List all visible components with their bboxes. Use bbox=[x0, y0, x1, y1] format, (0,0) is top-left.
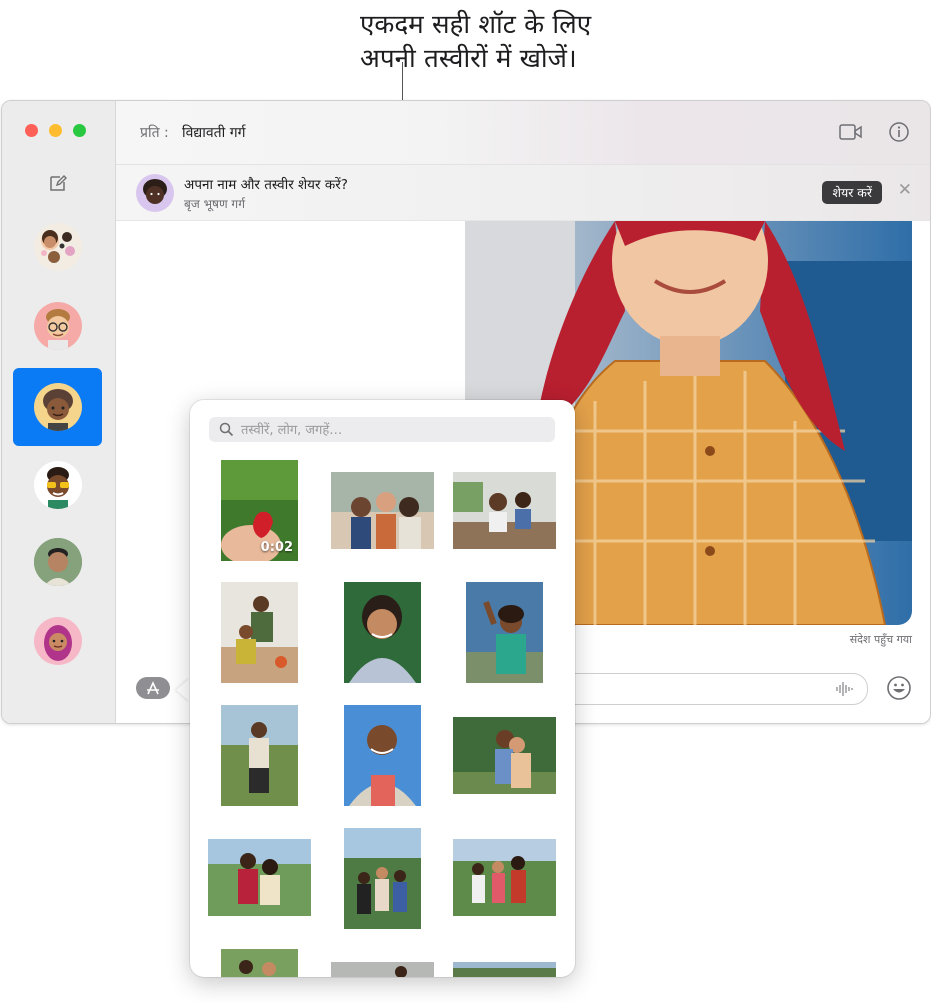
photo-thumbnail[interactable] bbox=[466, 582, 543, 683]
photo-thumbnail[interactable] bbox=[453, 962, 556, 977]
memoji-avatar-hijab bbox=[33, 617, 82, 665]
photo-thumbnail[interactable] bbox=[331, 962, 434, 977]
apps-button[interactable] bbox=[136, 677, 170, 699]
conversation-selected[interactable] bbox=[13, 368, 102, 446]
popover-arrow bbox=[176, 678, 190, 702]
app-store-icon bbox=[147, 681, 159, 695]
conversation-group[interactable] bbox=[13, 208, 102, 286]
photo-thumbnail[interactable] bbox=[221, 949, 298, 977]
conversation-2[interactable] bbox=[13, 287, 102, 365]
minimize-window-button[interactable] bbox=[49, 124, 62, 137]
audio-waveform-icon[interactable] bbox=[835, 681, 853, 697]
delivered-status: संदेश पहुँच गया bbox=[849, 633, 912, 646]
video-call-icon[interactable] bbox=[838, 121, 864, 143]
callout-line-1: एकदम सही शॉट के लिए bbox=[360, 10, 592, 40]
memoji-avatar-sunglasses bbox=[33, 461, 82, 509]
share-avatar bbox=[136, 174, 174, 212]
to-label: प्रति : bbox=[140, 125, 169, 141]
zoom-window-button[interactable] bbox=[73, 124, 86, 137]
photo-thumbnail[interactable] bbox=[453, 717, 556, 794]
photos-picker-popover: 0:02 bbox=[190, 400, 575, 977]
photo-thumbnail[interactable] bbox=[344, 828, 421, 929]
photo-thumbnail[interactable] bbox=[221, 705, 298, 806]
group-avatar bbox=[33, 223, 82, 271]
conversation-5[interactable] bbox=[13, 523, 102, 601]
photo-thumbnail-video[interactable]: 0:02 bbox=[221, 460, 298, 561]
photo-thumbnail[interactable] bbox=[221, 582, 298, 683]
memoji-avatar-glasses bbox=[33, 302, 82, 350]
photo-thumbnail[interactable] bbox=[453, 839, 556, 916]
share-banner-subtitle: बृज भूषण गर्ग bbox=[184, 197, 245, 211]
share-button[interactable]: शेयर करें bbox=[822, 181, 882, 204]
contact-photo-avatar bbox=[33, 538, 82, 586]
conversation-6[interactable] bbox=[13, 602, 102, 680]
emoji-icon[interactable] bbox=[886, 675, 912, 701]
share-banner-title: अपना नाम और तस्वीर शेयर करें? bbox=[184, 177, 348, 193]
photo-thumbnail[interactable] bbox=[344, 582, 421, 683]
search-icon bbox=[219, 422, 234, 437]
conversation-sidebar bbox=[2, 101, 116, 723]
photo-thumbnail[interactable] bbox=[331, 472, 434, 549]
photo-thumbnail[interactable] bbox=[453, 472, 556, 549]
share-name-photo-banner: अपना नाम और तस्वीर शेयर करें? बृज भूषण ग… bbox=[116, 165, 930, 221]
video-duration: 0:02 bbox=[260, 540, 293, 555]
info-icon[interactable] bbox=[888, 121, 910, 143]
photo-search-field[interactable] bbox=[209, 417, 555, 442]
callout-line-2: अपनी तस्वीरों में खोजें। bbox=[360, 44, 577, 74]
memoji-avatar-selected bbox=[33, 383, 82, 431]
close-window-button[interactable] bbox=[25, 124, 38, 137]
callout-annotation: एकदम सही शॉट के लिए अपनी तस्वीरों में खो… bbox=[360, 8, 690, 76]
compose-icon[interactable] bbox=[48, 173, 68, 193]
recipient-name[interactable]: विद्यावती गर्ग bbox=[182, 123, 245, 142]
photo-thumbnail[interactable] bbox=[208, 839, 311, 916]
photo-search-input[interactable] bbox=[239, 420, 543, 441]
photo-thumbnail[interactable] bbox=[344, 705, 421, 806]
conversation-4[interactable] bbox=[13, 446, 102, 524]
close-icon[interactable]: ✕ bbox=[898, 180, 912, 200]
conversation-header: प्रति : विद्यावती गर्ग bbox=[116, 101, 930, 165]
